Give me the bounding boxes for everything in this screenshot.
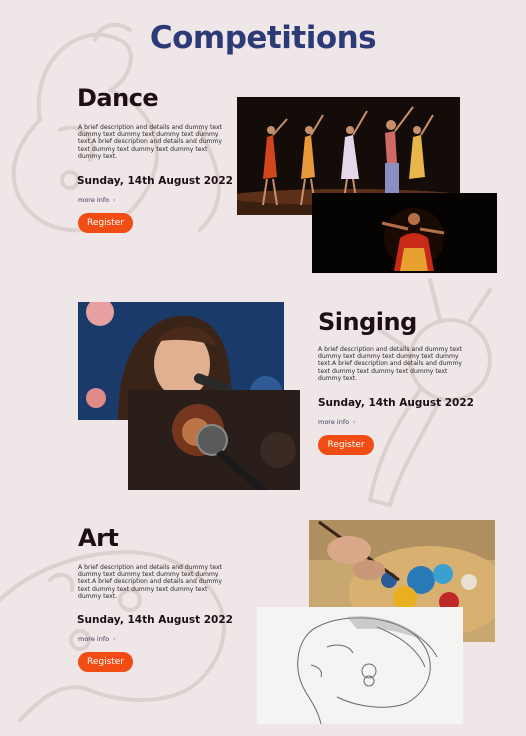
register-button-singing[interactable]: Register xyxy=(318,435,374,455)
more-info-link-singing[interactable]: more info › xyxy=(318,418,356,426)
competition-description-singing: A brief description and details and dumm… xyxy=(318,346,463,382)
page-title: Competitions xyxy=(149,20,377,56)
chevron-right-icon: › xyxy=(113,197,116,204)
more-info-label: more info xyxy=(78,635,110,643)
register-button-art[interactable]: Register xyxy=(78,652,133,672)
competition-date-singing: Sunday, 14th August 2022 xyxy=(318,397,474,409)
dance-solo-photo xyxy=(312,193,497,273)
competition-description-art: A brief description and details and dumm… xyxy=(78,564,223,600)
pencil-sketch-photo xyxy=(257,607,463,724)
competition-date-art: Sunday, 14th August 2022 xyxy=(77,614,233,626)
more-info-label: more info xyxy=(78,196,110,204)
competition-description-dance: A brief description and details and dumm… xyxy=(78,124,223,160)
register-button-dance[interactable]: Register xyxy=(78,213,133,233)
competition-date-dance: Sunday, 14th August 2022 xyxy=(77,175,233,187)
competition-title-dance: Dance xyxy=(77,84,159,112)
chevron-right-icon: › xyxy=(113,636,116,643)
more-info-link-art[interactable]: more info › xyxy=(78,635,116,643)
competition-title-singing: Singing xyxy=(318,308,417,336)
more-info-label: more info xyxy=(318,418,350,426)
microphone-photo xyxy=(128,390,300,490)
more-info-link-dance[interactable]: more info › xyxy=(78,196,116,204)
competition-title-art: Art xyxy=(78,524,119,552)
chevron-right-icon: › xyxy=(353,419,356,426)
